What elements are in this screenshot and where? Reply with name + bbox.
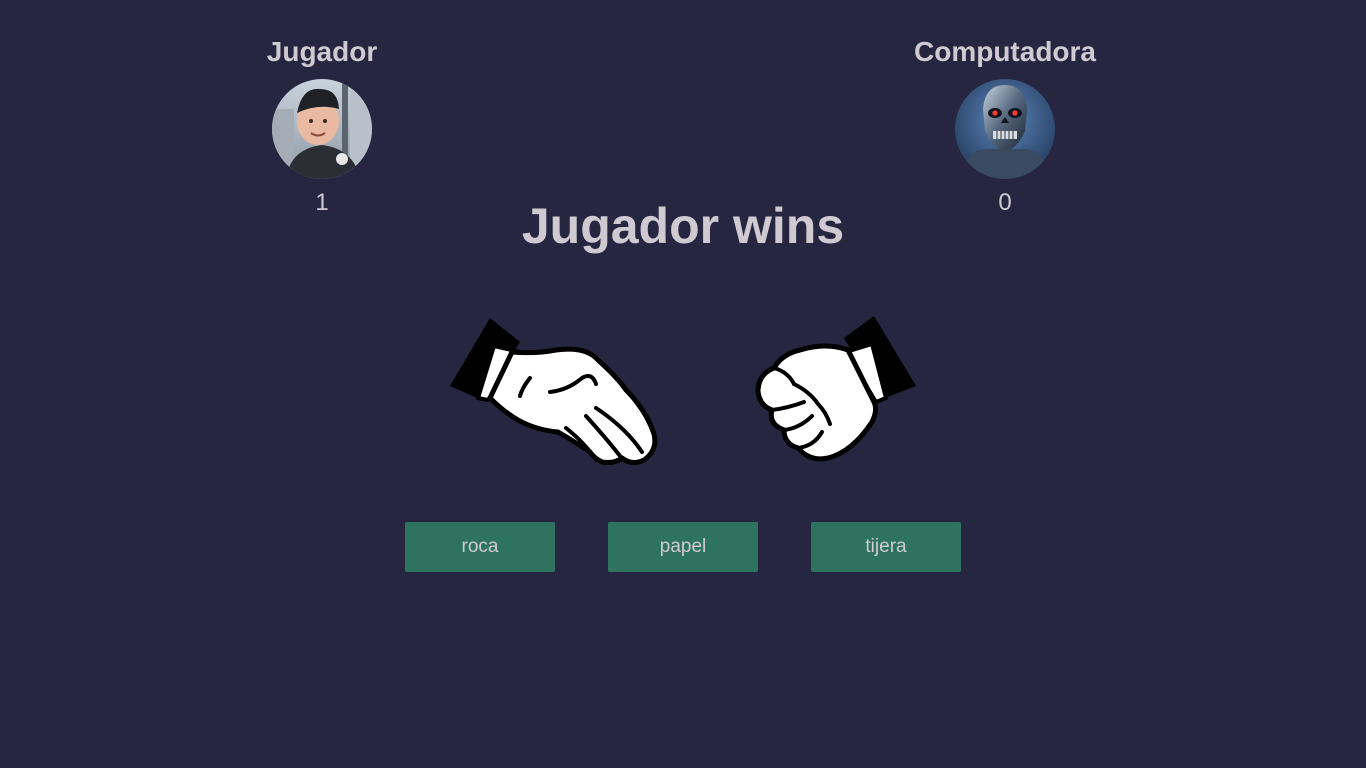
- paper-button[interactable]: papel: [608, 522, 758, 572]
- computer-hand: [748, 312, 920, 469]
- boy-avatar-icon: [272, 79, 372, 179]
- fist-rock-icon: [755, 316, 916, 462]
- player-name: Jugador: [266, 36, 378, 67]
- rock-button[interactable]: roca: [405, 522, 555, 572]
- robot-avatar-icon: [955, 79, 1055, 179]
- result-text: Jugador wins: [521, 198, 845, 254]
- open-hand-paper-icon: [450, 318, 658, 466]
- player-avatar: [272, 79, 372, 179]
- computer-name: Computadora: [914, 36, 1096, 67]
- computer-avatar: [955, 79, 1055, 179]
- game-stage: Jugador 1 Computadora 0 Jugador wins roc…: [0, 0, 1366, 768]
- computer-panel: Computadora 0: [885, 36, 1125, 217]
- player-hand: [446, 312, 661, 475]
- scissors-button[interactable]: tijera: [811, 522, 961, 572]
- choice-buttons: roca papel tijera: [405, 522, 961, 572]
- player-panel: Jugador 1: [202, 36, 442, 217]
